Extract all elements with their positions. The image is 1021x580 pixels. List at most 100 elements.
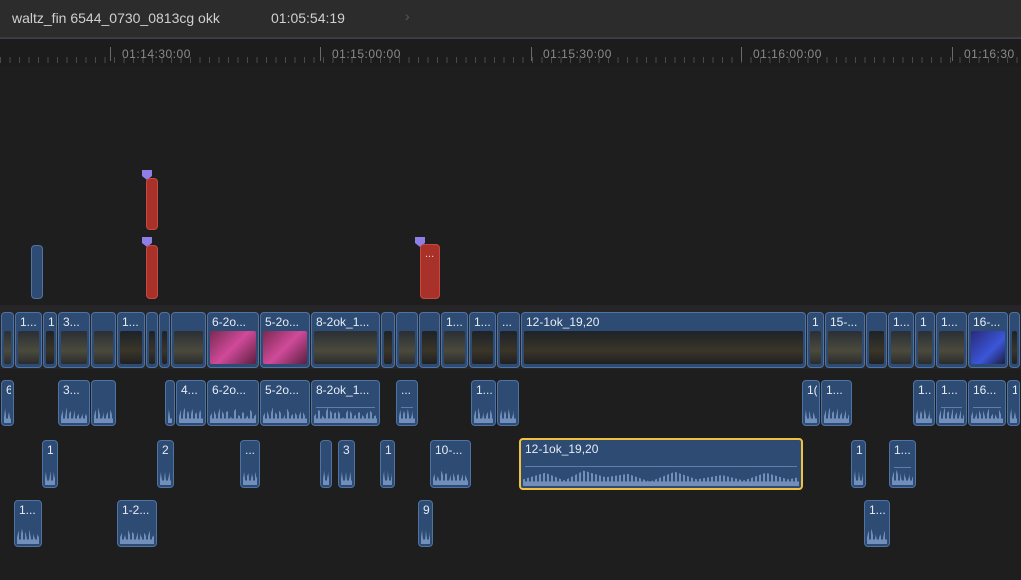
clip-label: 6: [6, 383, 11, 397]
clip-thumbnail: [120, 331, 142, 364]
audio-clip[interactable]: [320, 440, 332, 488]
video-clip[interactable]: 1...: [469, 312, 496, 368]
video-clip[interactable]: 12-1ok_19,20: [521, 312, 806, 368]
video-clip[interactable]: [1, 312, 14, 368]
audio-clip[interactable]: 1: [380, 440, 395, 488]
audio-waveform: [243, 469, 257, 485]
video-clip[interactable]: 1: [807, 312, 824, 368]
audio-clip[interactable]: 1...: [913, 380, 935, 426]
audio-clip[interactable]: 8-2ok_1...: [311, 380, 380, 426]
audio-waveform: [263, 407, 307, 423]
video-clip[interactable]: 8-2ok_1...: [311, 312, 380, 368]
audio-waveform: [474, 407, 493, 423]
clip-label: 1: [812, 315, 819, 329]
audio-clip-selected[interactable]: 12-1ok_19,20: [519, 438, 803, 490]
audio-clip[interactable]: 4...: [176, 380, 206, 426]
connected-title-label: ...: [425, 248, 435, 260]
timeline-ruler[interactable]: 01:14:30:00 01:15:00:00 01:15:30:00 01:1…: [0, 38, 1021, 66]
audio-clip[interactable]: 1: [851, 440, 866, 488]
audio-clip[interactable]: 16...: [968, 380, 1006, 426]
audio-clip[interactable]: 1: [1007, 380, 1020, 426]
ruler-label: 01:15:00:00: [332, 47, 401, 61]
clip-label: 1: [47, 443, 54, 457]
volume-line[interactable]: [316, 407, 375, 408]
clip-label: 1(: [807, 383, 817, 397]
volume-line[interactable]: [525, 466, 797, 467]
audio-clip[interactable]: 1...: [864, 500, 890, 547]
clip-thumbnail: [4, 331, 11, 364]
video-clip[interactable]: ...: [497, 312, 520, 368]
volume-line[interactable]: [973, 407, 1001, 408]
video-clip[interactable]: 1...: [441, 312, 468, 368]
clip-label: 3...: [63, 315, 80, 329]
audio-waveform: [916, 407, 932, 423]
audio-clip[interactable]: 1...: [936, 380, 967, 426]
video-clip[interactable]: 1...: [888, 312, 914, 368]
video-clip[interactable]: [146, 312, 158, 368]
clip-thumbnail: [94, 331, 113, 364]
audio-waveform: [867, 528, 887, 544]
video-clip[interactable]: [419, 312, 440, 368]
audio-clip[interactable]: ...: [240, 440, 260, 488]
connected-clip-red[interactable]: [146, 178, 158, 230]
audio-clip[interactable]: 6: [1, 380, 14, 426]
audio-clip[interactable]: 1...: [889, 440, 916, 488]
video-clip[interactable]: 6-2o...: [207, 312, 259, 368]
video-clip[interactable]: [396, 312, 418, 368]
video-clip[interactable]: 1...: [15, 312, 42, 368]
clip-thumbnail: [810, 331, 821, 364]
video-clip[interactable]: 16-...: [968, 312, 1008, 368]
audio-clip[interactable]: 5-2o...: [260, 380, 310, 426]
audio-clip[interactable]: [165, 380, 175, 426]
volume-line[interactable]: [894, 467, 911, 468]
clip-label: 6-2o...: [212, 383, 247, 397]
connected-clip-red[interactable]: [146, 245, 158, 299]
chevron-right-icon[interactable]: ›: [405, 8, 410, 24]
audio-clip[interactable]: 1(: [802, 380, 820, 426]
clip-thumbnail: [891, 331, 911, 364]
video-clip[interactable]: 1...: [117, 312, 145, 368]
ruler-major-tick: [110, 47, 111, 61]
audio-clip[interactable]: 1...: [821, 380, 852, 426]
audio-clip[interactable]: 2: [157, 440, 174, 488]
audio-clip[interactable]: 1-2...: [117, 500, 157, 547]
video-clip[interactable]: 1: [915, 312, 935, 368]
audio-waveform: [179, 407, 203, 423]
video-clip[interactable]: 15-...: [825, 312, 865, 368]
video-clip[interactable]: [1009, 312, 1020, 368]
audio-clip[interactable]: 9: [418, 500, 433, 547]
video-clip[interactable]: 5-2o...: [260, 312, 310, 368]
connected-title-clip[interactable]: ...: [420, 244, 440, 299]
audio-waveform: [210, 407, 256, 423]
clip-label: 1...: [893, 315, 910, 329]
video-clip[interactable]: 3...: [58, 312, 90, 368]
audio-clip[interactable]: ...: [396, 380, 418, 426]
audio-clip[interactable]: 1: [42, 440, 58, 488]
video-clip[interactable]: 1: [43, 312, 57, 368]
video-clip[interactable]: [381, 312, 395, 368]
audio-clip[interactable]: [91, 380, 116, 426]
audio-waveform: [824, 407, 849, 423]
clip-thumbnail: [174, 331, 203, 364]
clip-label: 15-...: [830, 315, 858, 329]
project-name[interactable]: waltz_fin 6544_0730_0813cg okk: [12, 10, 220, 26]
volume-line[interactable]: [401, 407, 413, 408]
audio-clip[interactable]: 10-...: [430, 440, 471, 488]
audio-clip[interactable]: [497, 380, 519, 426]
audio-clip[interactable]: 3: [338, 440, 355, 488]
connected-clip[interactable]: [31, 245, 43, 299]
audio-clip[interactable]: 1...: [471, 380, 496, 426]
ruler-label: 01:15:30:00: [543, 47, 612, 61]
audio-clip[interactable]: 1...: [14, 500, 42, 547]
audio-clip[interactable]: 3...: [58, 380, 90, 426]
video-clip[interactable]: [866, 312, 887, 368]
volume-line[interactable]: [941, 407, 962, 408]
clip-label: 1...: [446, 315, 463, 329]
audio-waveform: [500, 407, 516, 423]
video-clip[interactable]: 1...: [936, 312, 967, 368]
clip-label: 1: [48, 315, 54, 329]
audio-clip[interactable]: 6-2o...: [207, 380, 259, 426]
video-clip[interactable]: [159, 312, 170, 368]
video-clip[interactable]: [91, 312, 116, 368]
video-clip[interactable]: [171, 312, 206, 368]
